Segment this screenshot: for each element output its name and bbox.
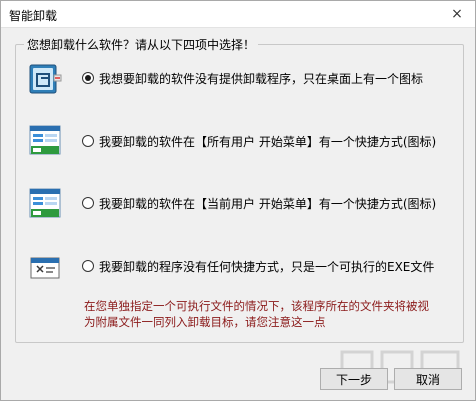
warning-note: 在您单独指定一个可执行文件的情况下，该程序所在的文件夹将被视 为附属文件一同列入… (84, 298, 454, 330)
option-exe-file[interactable]: 我要卸载的程序没有任何快捷方式，只是一个可执行的EXE文件 (82, 257, 434, 275)
exe-file-icon (30, 257, 60, 279)
option-label-exe: 我要卸载的程序没有任何快捷方式，只是一个可执行的EXE文件 (99, 259, 435, 274)
option-desktop-icon[interactable]: 我想要卸载的软件没有提供卸载程序，只在桌面上有一个图标 (82, 69, 423, 87)
radio-button-current-user[interactable] (82, 197, 94, 209)
option-label-all-users: 我要卸载的软件在【所有用户 开始菜单】有一个快捷方式(图标) (99, 134, 437, 149)
option-current-user-start-menu[interactable]: 我要卸载的软件在【当前用户 开始菜单】有一个快捷方式(图标) (82, 194, 436, 212)
title-bar: 智能卸载 × (1, 1, 475, 28)
option-label-desktop: 我想要卸载的软件没有提供卸载程序，只在桌面上有一个图标 (99, 71, 424, 86)
cancel-button[interactable]: 取消 (394, 368, 462, 390)
close-icon[interactable]: × (447, 4, 467, 24)
next-button[interactable]: 下一步 (320, 368, 388, 390)
radio-button-exe[interactable] (82, 260, 94, 272)
note-line: 在您单独指定一个可执行文件的情况下，该程序所在的文件夹将被视 (84, 299, 429, 313)
window-title: 智能卸载 (9, 9, 58, 23)
option-all-users-start-menu[interactable]: 我要卸载的软件在【所有用户 开始菜单】有一个快捷方式(图标) (82, 132, 436, 150)
note-line: 为附属文件一同列入卸载目标，请您注意这一点 (84, 315, 326, 329)
desktop-shortcut-icon (29, 64, 62, 94)
all-users-start-menu-icon (29, 125, 61, 155)
radio-button-desktop[interactable] (82, 72, 94, 84)
current-user-start-menu-icon (29, 188, 61, 218)
question-label: 您想卸载什么软件？请从以下四项中选择！ (24, 36, 259, 53)
option-label-current-user: 我要卸载的软件在【当前用户 开始菜单】有一个快捷方式(图标) (99, 196, 437, 211)
radio-button-all-users[interactable] (82, 135, 94, 147)
